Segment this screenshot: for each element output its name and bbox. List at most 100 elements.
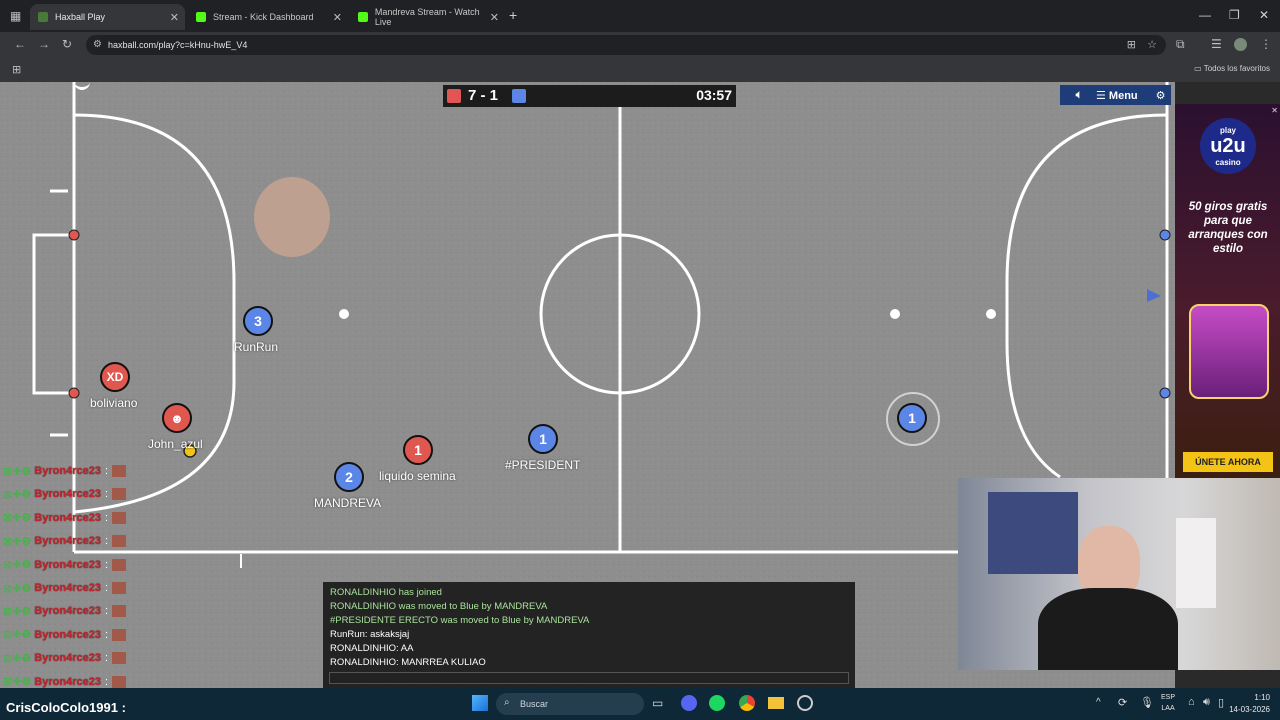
emote-icon xyxy=(112,605,127,618)
killfeed-name: Byron4rce23 xyxy=(34,465,101,477)
ad-cta-button[interactable]: ÚNETE AHORA xyxy=(1183,452,1273,472)
address-bar[interactable]: ⚙ haxball.com/play?c=kHnu-hwE_V4 ⊞ ☆ xyxy=(86,35,1166,55)
kick-favicon-icon xyxy=(196,12,206,22)
windows-start-icon[interactable] xyxy=(472,695,488,711)
maximize-icon[interactable]: ❐ xyxy=(1229,8,1240,22)
player-disc: XD xyxy=(100,362,130,392)
tab-haxball[interactable]: Haxball Play ✕ xyxy=(30,4,185,30)
site-info-icon[interactable]: ⚙ xyxy=(93,39,102,50)
profile-avatar[interactable] xyxy=(1234,38,1247,51)
file-explorer-icon[interactable] xyxy=(768,697,784,709)
ad-close-icon[interactable]: ✕ xyxy=(1271,106,1278,115)
forward-icon[interactable]: → xyxy=(38,37,50,51)
player-name: liquido semina xyxy=(379,469,456,483)
killfeed-name: Byron4rce23 xyxy=(34,558,101,571)
settings-gear-icon[interactable]: ⚙ xyxy=(1156,89,1166,102)
reading-list-icon[interactable]: ☰ xyxy=(1211,37,1222,51)
extensions-icon[interactable]: ⧉ xyxy=(1176,37,1185,52)
match-timer: 03:57 xyxy=(696,87,732,103)
translate-icon[interactable]: ⊞ xyxy=(1127,38,1136,51)
bookmark-star-icon[interactable]: ☆ xyxy=(1147,38,1157,51)
wall-item xyxy=(1176,518,1216,608)
new-tab-button[interactable]: + xyxy=(509,7,517,23)
score: 7 - 1 xyxy=(468,87,499,104)
menu-button[interactable]: ☰ Menu xyxy=(1096,89,1138,102)
killfeed-badges-icon: ⊠✚❶ xyxy=(3,512,32,525)
chat-message: #PRESIDENTE ERECTO was moved to Blue by … xyxy=(330,615,590,626)
player-name: MANDREVA xyxy=(314,496,382,510)
close-tab-icon[interactable]: ✕ xyxy=(333,11,342,24)
chrome-icon[interactable] xyxy=(739,695,755,711)
microphone-icon[interactable]: 🎙︎ xyxy=(1140,696,1154,709)
killfeed-name: Byron4rce23 xyxy=(34,535,101,548)
taskbar-search[interactable]: ⌕ Buscar xyxy=(496,693,644,715)
scoreboard: 7 - 1 03:57 xyxy=(443,85,736,107)
tab-search-icon[interactable]: ▦ xyxy=(10,9,21,23)
tab-kick-dashboard[interactable]: Stream - Kick Dashboard ✕ xyxy=(188,4,348,30)
killfeed-row: ⊠✚❶ Byron4rce23: xyxy=(3,485,127,503)
tray-chevron-icon[interactable]: ^ xyxy=(1096,697,1101,708)
minimize-icon[interactable]: — xyxy=(1199,8,1211,22)
killfeed-colon: : xyxy=(104,535,109,548)
all-bookmarks[interactable]: ▭ Todos los favoritos xyxy=(1194,64,1270,73)
browser-toolbar: ← → ↻ ⚙ haxball.com/play?c=kHnu-hwE_V4 ⊞… xyxy=(0,32,1280,58)
back-icon[interactable]: ← xyxy=(14,37,26,51)
close-window-icon[interactable]: ✕ xyxy=(1259,8,1269,22)
ad-brand: u2u xyxy=(1210,134,1246,157)
player-name: John_azul xyxy=(148,437,203,451)
killfeed-row: ⊠✚❶ Byron4rce23: xyxy=(3,579,127,597)
tab-mandreva-stream[interactable]: Mandreva Stream - Watch Live ✕ xyxy=(350,4,505,30)
killfeed-colon: : xyxy=(104,628,109,641)
input-language[interactable]: ESP LAA xyxy=(1161,692,1175,714)
tab-title: Stream - Kick Dashboard xyxy=(213,12,314,22)
player-number: XD xyxy=(106,370,124,384)
killfeed-name: Byron4rce23 xyxy=(34,488,101,501)
clock[interactable]: 1:10 14-03-2026 xyxy=(1229,692,1270,716)
player-disc: ☻ xyxy=(162,403,192,433)
slot-machine-image xyxy=(1189,304,1269,399)
killfeed-row: ⊠✚❶ Byron4rce23: xyxy=(3,602,127,620)
close-tab-icon[interactable]: ✕ xyxy=(490,11,499,24)
reload-icon[interactable]: ↻ xyxy=(62,37,72,51)
killfeed-name: Byron4rce23 xyxy=(34,582,101,594)
emote-icon xyxy=(112,628,127,641)
killfeed-badges-icon: ⊠✚❶ xyxy=(3,488,32,501)
killfeed-badges-icon: ⊠✚❶ xyxy=(3,605,32,618)
killfeed-row: ⊠✚❶ Byron4rce23: xyxy=(3,462,127,480)
spotify-icon[interactable] xyxy=(709,695,725,711)
chat-message: RONALDINHIO was moved to Blue by MANDREV… xyxy=(330,601,548,612)
lang-bottom: LAA xyxy=(1161,705,1175,712)
wifi-icon[interactable]: ⌂ xyxy=(1188,696,1195,708)
killfeed-row: ⊠✚❶ Byron4rce23: xyxy=(3,532,127,550)
discord-icon[interactable] xyxy=(681,695,697,711)
emote-icon xyxy=(112,511,127,524)
app-icon[interactable] xyxy=(797,695,813,711)
chat-input[interactable] xyxy=(329,672,849,684)
player-name: #PRESIDENT xyxy=(505,458,581,472)
chat-panel: RONALDINHIO has joined RONALDINHIO was m… xyxy=(323,582,855,688)
close-tab-icon[interactable]: ✕ xyxy=(170,11,179,24)
player-number: 2 xyxy=(345,469,353,485)
clock-date: 14-03-2026 xyxy=(1229,705,1270,714)
task-view-icon[interactable]: ▭ xyxy=(652,696,663,710)
more-menu-icon[interactable]: ⋮ xyxy=(1260,37,1272,51)
killfeed-name: Byron4rce23 xyxy=(34,652,101,665)
killfeed-colon: : xyxy=(104,605,109,618)
casino-ad[interactable]: play u2u casino 50 giros gratis para que… xyxy=(1175,104,1280,479)
volume-icon[interactable]: 🔊︎ xyxy=(1203,696,1210,709)
emote-icon xyxy=(112,675,127,688)
webcam-feed xyxy=(958,478,1280,670)
tray-app-icon[interactable]: ⟳ xyxy=(1118,696,1127,709)
game-viewport[interactable]: 3 RunRun XD boliviano ☻ John_azul 2 MAND… xyxy=(0,82,1280,688)
sound-icon[interactable]: 🔈︎ xyxy=(1068,89,1090,102)
player-number: 3 xyxy=(254,313,262,329)
poster-image xyxy=(988,492,1078,574)
killfeed-name: Byron4rce23 xyxy=(34,511,101,524)
apps-grid-icon[interactable]: ⊞ xyxy=(12,63,21,76)
chat-message: RONALDINHIO has joined xyxy=(330,587,442,598)
ad-logo: play u2u casino xyxy=(1200,118,1256,174)
player-name: RunRun xyxy=(234,340,279,354)
smiley-avatar-icon: ☻ xyxy=(170,410,184,426)
killfeed-row: ⊠✚❶ Byron4rce23: xyxy=(3,649,127,667)
battery-icon[interactable]: ▯ xyxy=(1218,696,1224,709)
